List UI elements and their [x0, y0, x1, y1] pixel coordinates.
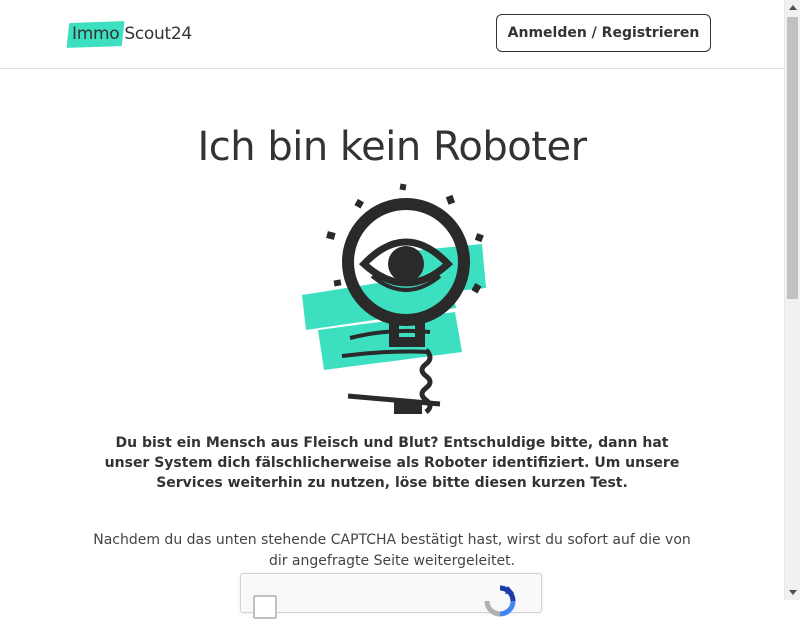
scrollbar-thumb[interactable] [787, 17, 798, 299]
intro-text: Du bist ein Mensch aus Fleisch und Blut?… [104, 435, 680, 491]
immoscout24-logo[interactable]: Immo Scout24 [70, 22, 192, 46]
page-title: Ich bin kein Roboter [197, 124, 587, 170]
lamp-eye-illustration [302, 183, 486, 414]
login-register-button[interactable]: Anmelden / Registrieren [496, 14, 711, 52]
logo-scout-text: Scout24 [124, 24, 192, 44]
logo-immo-text: Immo [70, 23, 123, 45]
scroll-up-arrow-icon[interactable] [785, 0, 800, 15]
recaptcha-widget[interactable] [240, 573, 542, 619]
vertical-scrollbar[interactable] [784, 0, 800, 600]
captcha-checkbox[interactable] [253, 595, 277, 619]
captcha-info-text: Nachdem du das unten stehende CAPTCHA be… [93, 532, 691, 569]
recaptcha-icon [484, 585, 516, 617]
scroll-down-arrow-icon[interactable] [785, 585, 800, 600]
site-header: Immo Scout24 Anmelden / Registrieren [0, 0, 784, 69]
